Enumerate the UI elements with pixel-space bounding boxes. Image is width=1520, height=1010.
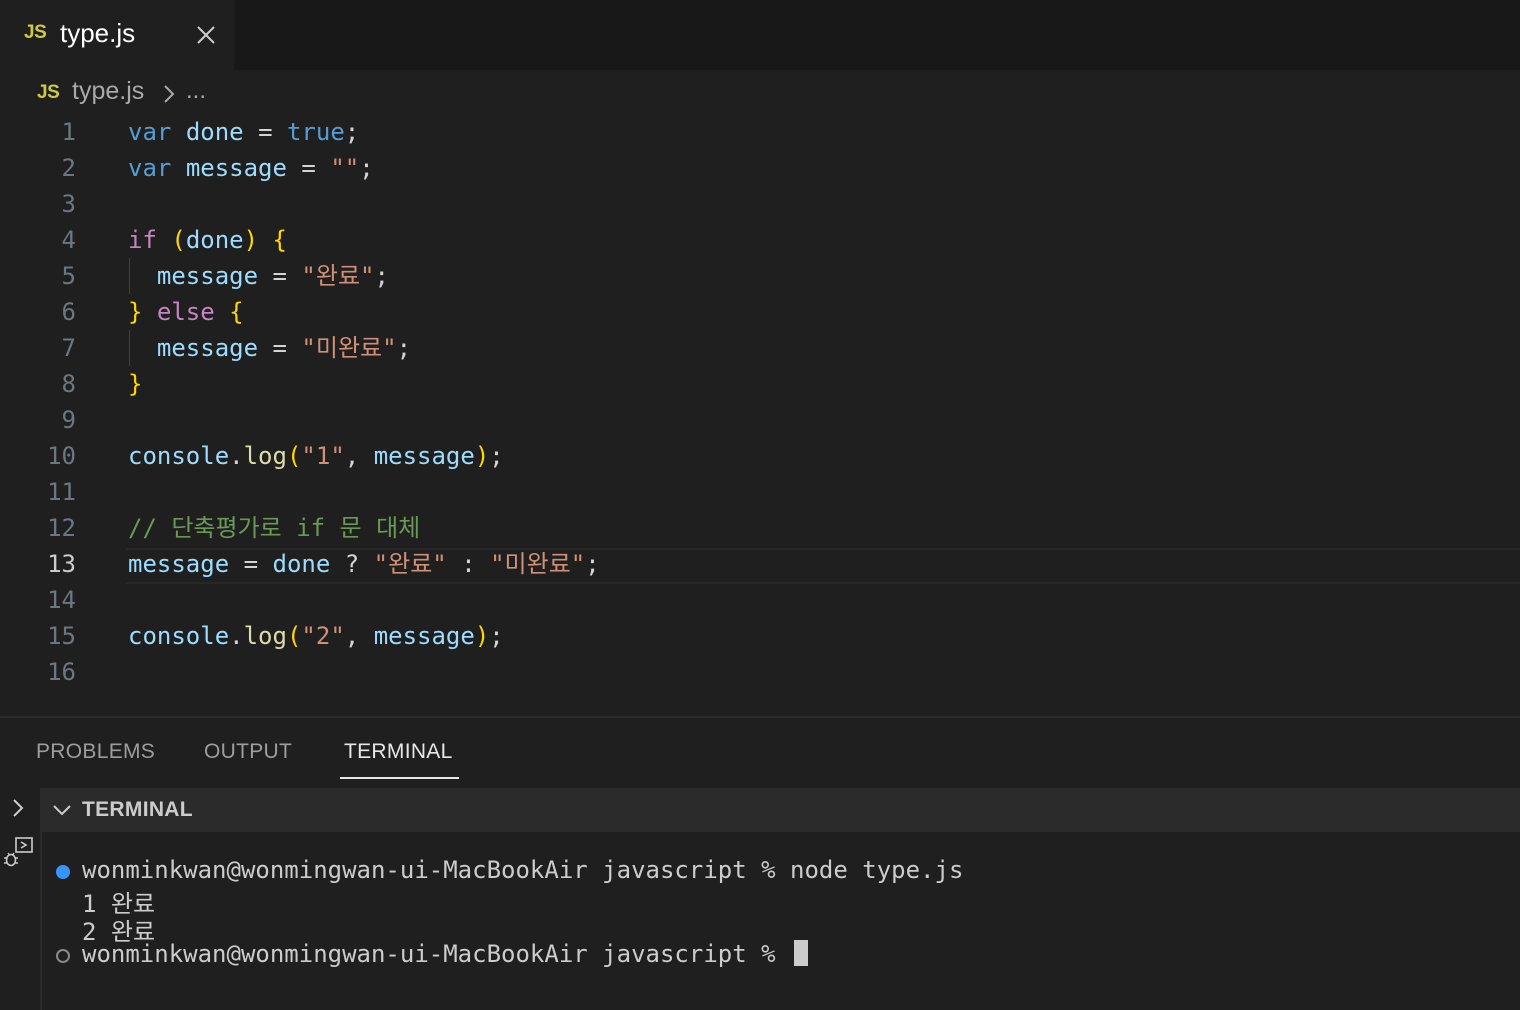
- line-number: 14: [47, 586, 76, 614]
- line-number: 10: [47, 442, 76, 470]
- code-line-8: }: [128, 370, 143, 398]
- bottom-panel: PROBLEMS OUTPUT TERMINAL TERMINAL wonmin…: [0, 716, 1520, 1010]
- line-number: 3: [61, 190, 76, 218]
- breadcrumb: JS: [0, 70, 1520, 116]
- terminal-side-strip: [0, 788, 42, 1010]
- command-pending-dot: [56, 949, 70, 963]
- code-line-6: } else {: [128, 298, 244, 326]
- code-line-2: var message = "";: [128, 154, 374, 182]
- chevron-right-icon[interactable]: [9, 796, 27, 820]
- line-number: 16: [47, 658, 76, 686]
- code-line-13: message = done ? "완료" : "미완료";: [128, 550, 600, 578]
- line-number: 11: [47, 478, 76, 506]
- javascript-file-icon: JS: [24, 22, 47, 43]
- line-number: 6: [61, 298, 76, 326]
- editor-tab-type-js[interactable]: JS type.js: [0, 0, 234, 70]
- tab-terminal[interactable]: TERMINAL: [344, 740, 453, 764]
- code-line-5: message = "완료";: [156, 262, 389, 290]
- terminal-line: wonminkwan@wonmingwan-ui-MacBookAir java…: [82, 856, 964, 884]
- debug-console-icon[interactable]: [2, 836, 36, 872]
- javascript-file-icon: JS: [37, 82, 60, 103]
- code-line-10: console.log("1", message);: [128, 442, 504, 470]
- terminal-section-header[interactable]: TERMINAL: [42, 788, 1520, 832]
- chevron-down-icon: [53, 805, 71, 816]
- line-number: 12: [47, 514, 76, 542]
- code-line-15: console.log("2", message);: [128, 622, 504, 650]
- chevron-right-icon: [164, 85, 175, 103]
- line-number: 9: [61, 406, 76, 434]
- line-number: 4: [61, 226, 76, 254]
- terminal-prompt: wonminkwan@wonmingwan-ui-MacBookAir java…: [82, 940, 791, 968]
- tab-problems[interactable]: PROBLEMS: [36, 740, 155, 764]
- active-tab-indicator: [340, 777, 459, 779]
- terminal-section-title: TERMINAL: [82, 798, 193, 821]
- terminal-cursor: [794, 940, 809, 966]
- close-icon[interactable]: [194, 23, 218, 47]
- code-editor[interactable]: 1 2 3 4 5 6 7 8 9 10 11 12 13 14 15 16 v…: [0, 114, 1520, 710]
- code-line-12: // 단축평가로 if 문 대체: [128, 514, 421, 542]
- breadcrumb-more[interactable]: ...: [186, 77, 206, 105]
- line-number-active: 13: [47, 550, 76, 578]
- line-number: 5: [61, 262, 76, 290]
- breadcrumb-file[interactable]: type.js: [72, 77, 144, 106]
- line-number: 2: [61, 154, 76, 182]
- tab-strip: JS type.js: [0, 0, 1520, 70]
- line-number: 8: [61, 370, 76, 398]
- code-line-1: var done = true;: [128, 118, 360, 146]
- code-line-7: message = "미완료";: [156, 334, 412, 362]
- line-number: 7: [61, 334, 76, 362]
- tab-title: type.js: [60, 18, 136, 48]
- tab-output[interactable]: OUTPUT: [204, 740, 292, 764]
- line-number: 1: [61, 118, 76, 146]
- terminal-prompt-line[interactable]: wonminkwan@wonmingwan-ui-MacBookAir java…: [82, 940, 809, 968]
- code-line-4: if (done) {: [128, 226, 287, 254]
- command-success-dot: [56, 865, 70, 879]
- line-number: 15: [47, 622, 76, 650]
